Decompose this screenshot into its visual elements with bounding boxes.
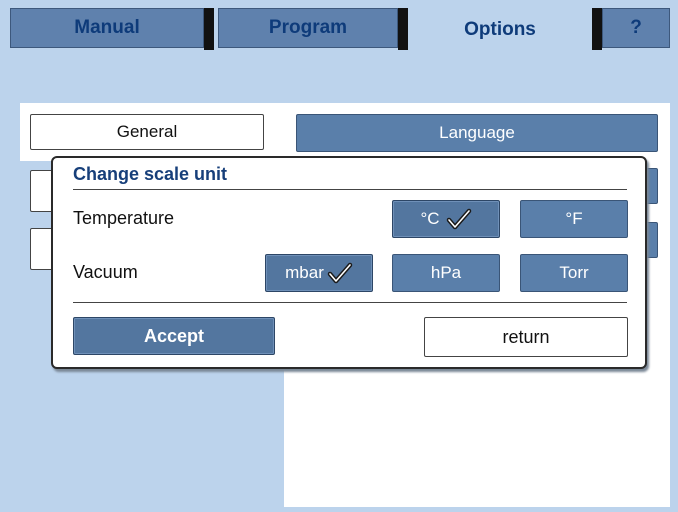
language-button[interactable]: Language <box>296 114 658 152</box>
tab-program-label: Program <box>268 17 348 38</box>
vacuum-label: Vacuum <box>73 262 138 282</box>
checkmark-icon <box>446 208 471 230</box>
torr-button[interactable]: Torr <box>520 254 628 292</box>
temperature-label: Temperature <box>73 208 175 228</box>
tab-options-label: Options <box>464 19 536 40</box>
tab-divider <box>592 8 602 50</box>
general-button-label: General <box>116 122 178 141</box>
accept-label: Accept <box>143 325 205 346</box>
fahrenheit-label: °F <box>565 209 583 228</box>
tab-manual[interactable]: Manual <box>10 8 204 48</box>
torr-label: Torr <box>559 263 589 282</box>
hpa-button[interactable]: hPa <box>392 254 500 292</box>
tab-divider <box>204 8 214 50</box>
title-divider <box>73 189 627 190</box>
fahrenheit-button[interactable]: °F <box>520 200 628 238</box>
dialog-title: Change scale unit <box>73 164 228 184</box>
language-button-label: Language <box>439 123 515 142</box>
mbar-button[interactable]: mbar <box>265 254 373 292</box>
tab-manual-label: Manual <box>74 17 140 38</box>
change-scale-unit-dialog: Change scale unit Temperature °C °F Vacu… <box>51 156 647 369</box>
tab-divider <box>398 8 408 50</box>
hpa-label: hPa <box>430 263 462 282</box>
celsius-label: °C <box>420 209 440 228</box>
accept-button[interactable]: Accept <box>73 317 275 355</box>
celsius-button[interactable]: °C <box>392 200 500 238</box>
checkmark-icon <box>327 262 353 284</box>
mbar-label: mbar <box>285 263 324 282</box>
tab-options[interactable]: Options <box>408 8 592 52</box>
actions-divider <box>73 302 627 303</box>
tab-help-label: ? <box>630 17 642 38</box>
general-button[interactable]: General <box>30 114 264 150</box>
tab-help[interactable]: ? <box>602 8 670 48</box>
return-label: return <box>502 326 550 347</box>
tab-program[interactable]: Program <box>218 8 398 48</box>
return-button[interactable]: return <box>424 317 628 357</box>
